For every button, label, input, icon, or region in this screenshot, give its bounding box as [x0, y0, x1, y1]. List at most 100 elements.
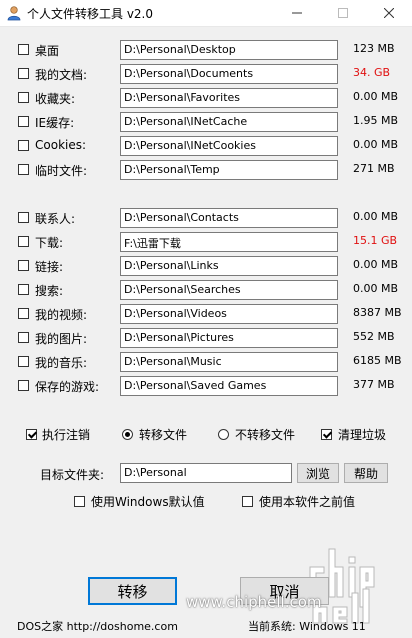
contacts-checkbox[interactable]	[18, 212, 29, 223]
documents-path-field[interactable]: D:\Personal\Documents	[120, 64, 338, 84]
windows-default-label: 使用Windows默认值	[91, 495, 205, 509]
links-path-field[interactable]: D:\Personal\Links	[120, 256, 338, 276]
folder-row-favorites: 收藏夹: D:\Personal\Favorites 0.00 MB	[0, 87, 412, 109]
clean-junk-label: 清理垃圾	[338, 428, 387, 442]
favorites-size: 0.00 MB	[353, 90, 399, 103]
folder-row-searches: 搜索: D:\Personal\Searches 0.00 MB	[0, 279, 412, 301]
videos-path-field[interactable]: D:\Personal\Videos	[120, 304, 338, 324]
downloads-size: 15.1 GB	[353, 234, 398, 247]
links-label: 链接:	[35, 260, 64, 274]
folder-row-links: 链接: D:\Personal\Links 0.00 MB	[0, 255, 412, 277]
current-system-label: 当前系统: Windows 11	[248, 620, 366, 633]
contacts-size: 0.00 MB	[353, 210, 399, 223]
watermark-url: www.chiphell.com	[186, 593, 322, 611]
pictures-label: 我的图片:	[35, 332, 88, 346]
contacts-path-field[interactable]: D:\Personal\Contacts	[120, 208, 338, 228]
links-size: 0.00 MB	[353, 258, 399, 271]
music-checkbox[interactable]	[18, 356, 29, 367]
window-title: 个人文件转移工具 v2.0	[27, 7, 154, 21]
documents-size: 34. GB	[353, 66, 391, 79]
windows-default-checkbox[interactable]	[74, 496, 85, 507]
contacts-label: 联系人:	[35, 212, 76, 226]
pictures-path-field[interactable]: D:\Personal\Pictures	[120, 328, 338, 348]
folder-row-music: 我的音乐: D:\Personal\Music 6185 MB	[0, 351, 412, 373]
folder-row-desktop: 桌面 D:\Personal\Desktop 123 MB	[0, 39, 412, 61]
maximize-button[interactable]	[320, 0, 366, 26]
folder-row-videos: 我的视频: D:\Personal\Videos 8387 MB	[0, 303, 412, 325]
previous-value-label: 使用本软件之前值	[259, 495, 356, 509]
folder-row-documents: 我的文档: D:\Personal\Documents 34. GB	[0, 63, 412, 85]
cookies-path-field[interactable]: D:\Personal\INetCookies	[120, 136, 338, 156]
desktop-checkbox[interactable]	[18, 44, 29, 55]
desktop-label: 桌面	[35, 44, 60, 58]
folder-row-saved-games: 保存的游戏: D:\Personal\Saved Games 377 MB	[0, 375, 412, 397]
inetcache-label: IE缓存:	[35, 116, 75, 130]
transfer-files-label: 转移文件	[139, 428, 188, 442]
downloads-checkbox[interactable]	[18, 236, 29, 247]
folder-row-pictures: 我的图片: D:\Personal\Pictures 552 MB	[0, 327, 412, 349]
videos-checkbox[interactable]	[18, 308, 29, 319]
temp-path-field[interactable]: D:\Personal\Temp	[120, 160, 338, 180]
videos-label: 我的视频:	[35, 308, 88, 322]
saved-games-size: 377 MB	[353, 378, 395, 391]
searches-size: 0.00 MB	[353, 282, 399, 295]
folder-row-downloads: 下载: F:\迅雷下载 15.1 GB	[0, 231, 412, 253]
music-label: 我的音乐:	[35, 356, 88, 370]
music-path-field[interactable]: D:\Personal\Music	[120, 352, 338, 372]
footer-credit: DOS之家 http://doshome.com	[17, 620, 178, 633]
searches-label: 搜索:	[35, 284, 64, 298]
transfer-files-radio[interactable]	[122, 429, 133, 440]
run-logoff-label: 执行注销	[42, 428, 91, 442]
pictures-checkbox[interactable]	[18, 332, 29, 343]
no-transfer-label: 不转移文件	[235, 428, 296, 442]
videos-size: 8387 MB	[353, 306, 402, 319]
minimize-icon	[292, 12, 302, 14]
favorites-checkbox[interactable]	[18, 92, 29, 103]
dialog-client-area: 桌面 D:\Personal\Desktop 123 MB 我的文档: D:\P…	[0, 27, 412, 638]
folder-row-temp: 临时文件: D:\Personal\Temp 271 MB	[0, 159, 412, 181]
saved-games-checkbox[interactable]	[18, 380, 29, 391]
browse-button[interactable]: 浏览	[297, 463, 339, 483]
target-folder-input[interactable]: D:\Personal	[120, 463, 292, 483]
clean-junk-checkbox[interactable]	[321, 429, 332, 440]
pictures-size: 552 MB	[353, 330, 395, 343]
close-button[interactable]	[366, 0, 412, 26]
no-transfer-radio[interactable]	[218, 429, 229, 440]
maximize-icon	[338, 8, 348, 18]
minimize-button[interactable]	[274, 0, 320, 26]
downloads-path-field[interactable]: F:\迅雷下载	[120, 232, 338, 252]
help-button[interactable]: 帮助	[344, 463, 388, 483]
temp-size: 271 MB	[353, 162, 395, 175]
folder-row-contacts: 联系人: D:\Personal\Contacts 0.00 MB	[0, 207, 412, 229]
favorites-path-field[interactable]: D:\Personal\Favorites	[120, 88, 338, 108]
app-user-icon	[6, 5, 22, 21]
documents-label: 我的文档:	[35, 68, 88, 82]
inetcache-size: 1.95 MB	[353, 114, 399, 127]
searches-checkbox[interactable]	[18, 284, 29, 295]
folder-row-inetcache: IE缓存: D:\Personal\INetCache 1.95 MB	[0, 111, 412, 133]
documents-checkbox[interactable]	[18, 68, 29, 79]
inetcache-path-field[interactable]: D:\Personal\INetCache	[120, 112, 338, 132]
saved-games-path-field[interactable]: D:\Personal\Saved Games	[120, 376, 338, 396]
folder-row-cookies: Cookies: D:\Personal\INetCookies 0.00 MB	[0, 135, 412, 157]
inetcache-checkbox[interactable]	[18, 116, 29, 127]
run-logoff-checkbox[interactable]	[26, 429, 37, 440]
target-folder-label: 目标文件夹:	[40, 468, 105, 482]
desktop-size: 123 MB	[353, 42, 395, 55]
transfer-button[interactable]: 转移	[88, 577, 177, 605]
previous-value-checkbox[interactable]	[242, 496, 253, 507]
searches-path-field[interactable]: D:\Personal\Searches	[120, 280, 338, 300]
links-checkbox[interactable]	[18, 260, 29, 271]
cookies-size: 0.00 MB	[353, 138, 399, 151]
temp-label: 临时文件:	[35, 164, 88, 178]
downloads-label: 下载:	[35, 236, 64, 250]
music-size: 6185 MB	[353, 354, 402, 367]
cookies-label: Cookies:	[35, 138, 87, 152]
saved-games-label: 保存的游戏:	[35, 380, 100, 394]
favorites-label: 收藏夹:	[35, 92, 76, 106]
close-icon	[384, 8, 394, 18]
cookies-checkbox[interactable]	[18, 140, 29, 151]
desktop-path-field[interactable]: D:\Personal\Desktop	[120, 40, 338, 60]
title-bar[interactable]: 个人文件转移工具 v2.0	[0, 0, 412, 27]
temp-checkbox[interactable]	[18, 164, 29, 175]
